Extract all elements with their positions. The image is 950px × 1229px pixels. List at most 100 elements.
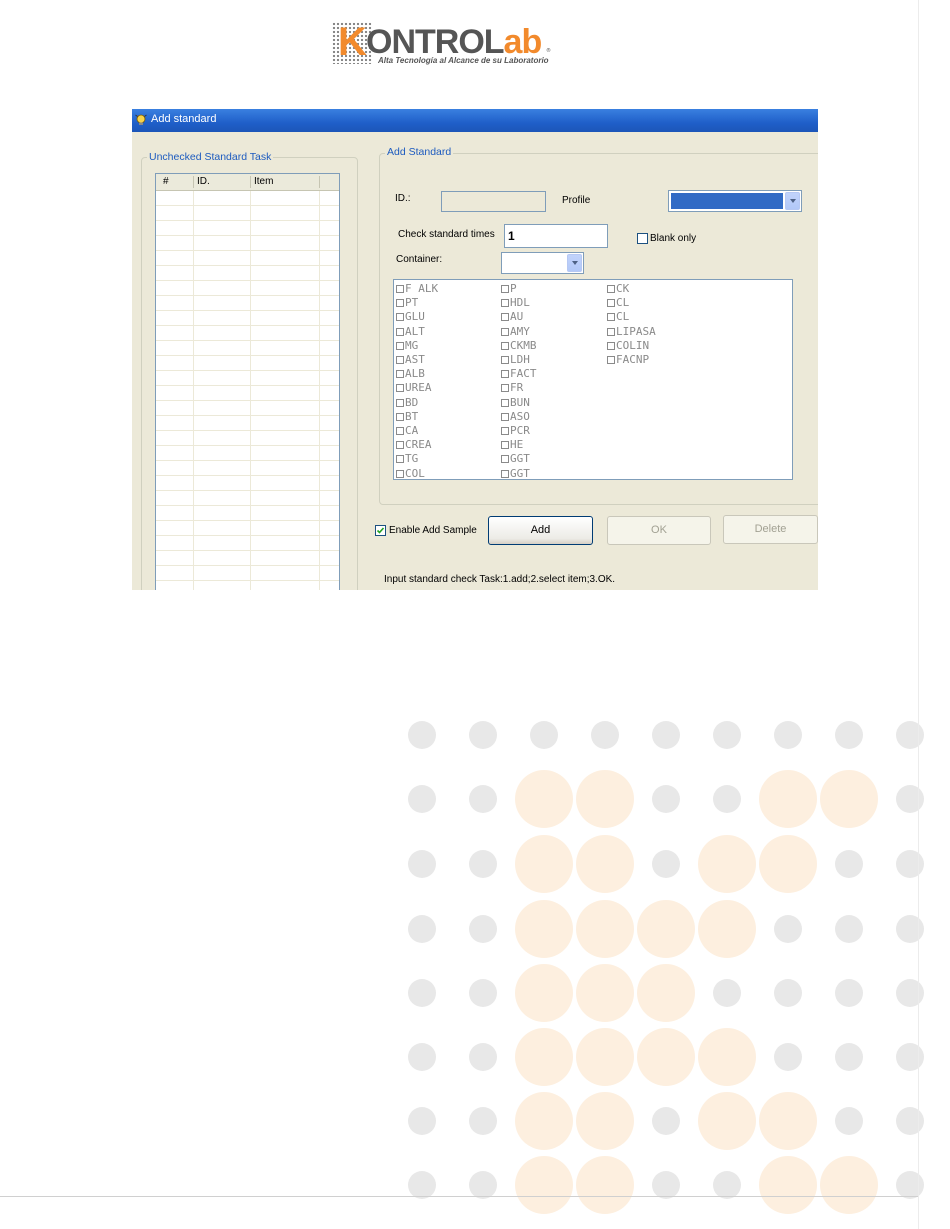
standard-item-checkbox[interactable]: CL	[607, 310, 629, 324]
standard-item-checkbox[interactable]: F ALK	[396, 282, 438, 296]
id-field[interactable]	[441, 191, 546, 212]
standard-items-list[interactable]: F ALK PT GLU ALT MG AST ALB UREA BD BT CA CREA TG COL…	[393, 279, 793, 480]
enable-add-sample-label: Enable Add Sample	[389, 525, 477, 536]
standard-item-label: GGT	[510, 466, 530, 480]
standard-item-checkbox[interactable]: COLIN	[607, 339, 649, 353]
standard-item-checkbox[interactable]: FACT	[501, 367, 537, 381]
ok-button[interactable]: OK	[607, 516, 711, 545]
column-header-id[interactable]: ID.	[197, 176, 210, 187]
standard-item-checkbox[interactable]: UREA	[396, 381, 432, 395]
decorative-dot-small	[713, 721, 741, 749]
decorative-dot-small	[530, 721, 558, 749]
chevron-down-icon[interactable]	[567, 254, 582, 272]
decorative-dot-large	[698, 900, 756, 958]
standard-item-checkbox[interactable]: LDH	[501, 353, 530, 367]
standard-item-checkbox[interactable]: PCR	[501, 424, 530, 438]
checkbox-box-icon	[501, 455, 509, 464]
checkbox-box-icon	[396, 313, 404, 322]
standard-item-checkbox[interactable]: CK	[607, 282, 629, 296]
decorative-dot-small	[896, 1107, 924, 1135]
checkbox-box-icon	[501, 427, 509, 435]
standard-item-checkbox[interactable]: BUN	[501, 396, 530, 410]
standard-item-checkbox[interactable]: GGT	[501, 452, 530, 466]
decorative-dot-small	[408, 785, 436, 813]
decorative-dot-small	[652, 785, 680, 813]
decorative-dot-large	[820, 770, 878, 828]
column-header-number[interactable]: #	[163, 176, 169, 187]
standard-item-checkbox[interactable]: CA	[396, 424, 418, 438]
standard-item-checkbox[interactable]: CREA	[396, 438, 432, 452]
standard-item-checkbox[interactable]: LIPASA	[607, 325, 656, 339]
standard-item-label: AMY	[510, 324, 530, 338]
standard-item-checkbox[interactable]: BT	[396, 410, 418, 424]
standard-item-checkbox[interactable]: ALB	[396, 367, 425, 381]
unchecked-task-legend: Unchecked Standard Task	[147, 151, 274, 163]
add-button[interactable]: Add	[488, 516, 593, 545]
checkbox-box-icon	[607, 341, 615, 350]
checkbox-box-icon	[501, 327, 509, 336]
window-titlebar[interactable]: Add standard	[132, 109, 818, 132]
standard-item-label: P	[510, 282, 517, 295]
standard-item-checkbox[interactable]: TG	[396, 452, 418, 466]
decorative-dot-large	[576, 835, 634, 893]
header-divider[interactable]	[193, 176, 194, 188]
unchecked-task-list[interactable]: # ID. Item	[155, 173, 340, 590]
standard-item-checkbox[interactable]: P	[501, 282, 517, 296]
standard-item-checkbox[interactable]: CKMB	[501, 339, 537, 353]
decorative-dot-small	[652, 850, 680, 878]
column-header-item[interactable]: Item	[254, 176, 273, 187]
standard-item-label: CKMB	[510, 338, 537, 352]
standard-item-checkbox[interactable]: FR	[501, 381, 523, 395]
standard-item-checkbox[interactable]: BD	[396, 396, 418, 410]
decorative-dot-small	[835, 1043, 863, 1071]
decorative-dot-large	[515, 900, 573, 958]
container-dropdown[interactable]	[501, 252, 584, 274]
standard-item-label: FACT	[510, 367, 537, 381]
standard-item-checkbox[interactable]: ALT	[396, 325, 425, 339]
decorative-dot-small	[713, 979, 741, 1007]
standard-item-checkbox[interactable]: PT	[396, 296, 418, 310]
checkbox-box-icon	[607, 356, 615, 364]
blank-only-checkbox[interactable]	[637, 233, 648, 244]
header-divider[interactable]	[250, 176, 251, 188]
standard-item-checkbox[interactable]: AST	[396, 353, 425, 367]
checkbox-box-icon	[396, 341, 404, 350]
window-title: Add standard	[151, 113, 217, 125]
decorative-dot-large	[698, 1028, 756, 1086]
standard-item-checkbox[interactable]: AMY	[501, 325, 530, 339]
decorative-dot-small	[469, 1107, 497, 1135]
profile-dropdown[interactable]	[668, 190, 802, 212]
decorative-dot-large	[576, 770, 634, 828]
standard-item-checkbox[interactable]: FACNP	[607, 353, 649, 367]
decorative-dot-small	[896, 1171, 924, 1199]
standard-item-checkbox[interactable]: HDL	[501, 296, 530, 310]
chevron-down-icon[interactable]	[785, 192, 800, 210]
check-times-input[interactable]: 1	[504, 224, 608, 248]
standard-item-label: PT	[405, 296, 419, 310]
standard-item-checkbox[interactable]: MG	[396, 339, 418, 353]
standard-item-checkbox[interactable]: AU	[501, 310, 523, 324]
standard-item-label: COL	[405, 466, 425, 480]
decorative-dot-small	[896, 1043, 924, 1071]
enable-add-sample-checkbox[interactable]	[375, 525, 386, 536]
standard-item-checkbox[interactable]: GGT	[501, 466, 530, 480]
checkbox-box-icon	[501, 341, 509, 350]
standard-item-checkbox[interactable]: GLU	[396, 310, 425, 324]
checkbox-box-icon	[501, 313, 509, 322]
decorative-dot-large	[576, 964, 634, 1022]
decorative-dot-small	[408, 721, 436, 749]
standard-item-checkbox[interactable]: CL	[607, 296, 629, 310]
standard-item-checkbox[interactable]: COL	[396, 466, 425, 480]
standard-item-label: BD	[405, 395, 419, 409]
header-divider[interactable]	[319, 176, 320, 188]
check-times-value: 1	[508, 229, 515, 243]
id-label: ID.:	[395, 193, 411, 204]
decorative-dot-small	[469, 850, 497, 878]
delete-button[interactable]: Delete	[723, 515, 818, 544]
decorative-dot-small	[774, 1043, 802, 1071]
standard-item-checkbox[interactable]: ASO	[501, 410, 530, 424]
decorative-dot-large	[515, 1156, 573, 1214]
standard-item-checkbox[interactable]: HE	[501, 438, 523, 452]
decorative-dot-small	[408, 915, 436, 943]
page-right-rule	[918, 0, 919, 1229]
